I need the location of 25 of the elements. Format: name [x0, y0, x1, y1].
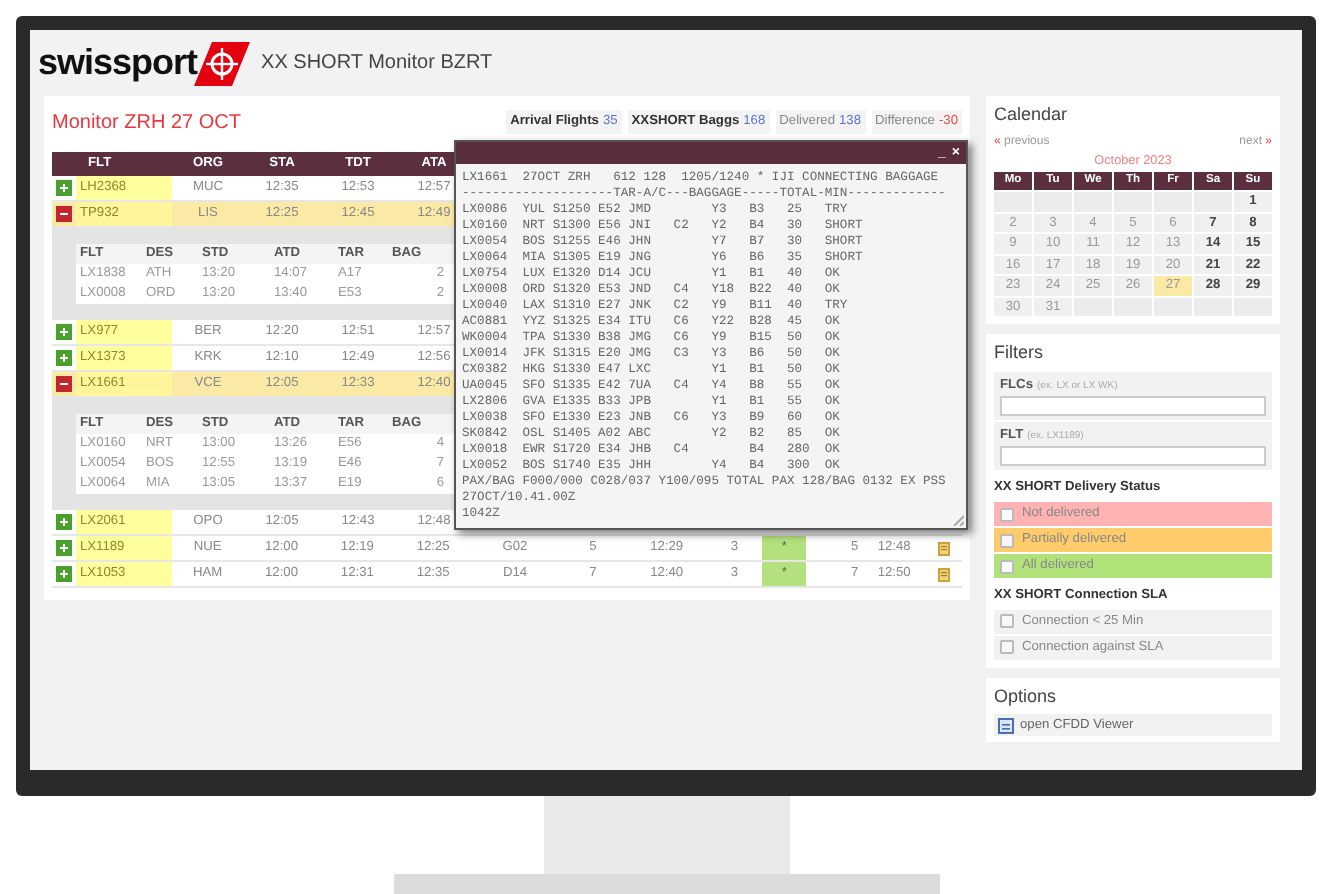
panel-title: Filters: [994, 340, 1045, 367]
expand-icon[interactable]: [56, 324, 72, 340]
checkbox[interactable]: [1000, 614, 1014, 629]
resize-grip-icon[interactable]: [952, 514, 964, 526]
expand-icon[interactable]: [56, 350, 72, 366]
logo-wordmark: swissport: [38, 40, 198, 86]
expand-icon[interactable]: [56, 514, 72, 530]
panel-title: Monitor ZRH 27 OCT: [52, 109, 241, 137]
app-title: XX SHORT Monitor BZRT: [261, 50, 493, 78]
expand-icon[interactable]: [56, 180, 72, 196]
expand-icon[interactable]: [55, 566, 72, 582]
checkbox[interactable]: [1000, 559, 1014, 574]
collapse-icon[interactable]: [56, 376, 72, 392]
checkbox[interactable]: [1000, 533, 1014, 548]
document-icon: [998, 717, 1014, 734]
checkbox[interactable]: [1000, 640, 1014, 655]
collapse-icon[interactable]: [56, 206, 72, 222]
checkbox[interactable]: [1000, 507, 1014, 522]
expand-icon[interactable]: [55, 540, 72, 556]
input-field[interactable]: [1000, 395, 1266, 415]
note-icon[interactable]: [938, 567, 950, 581]
note-icon[interactable]: [938, 541, 950, 555]
panel-title: Calendar: [994, 102, 1070, 128]
panel-title: Options: [994, 683, 1059, 710]
input-field[interactable]: [1000, 445, 1266, 466]
